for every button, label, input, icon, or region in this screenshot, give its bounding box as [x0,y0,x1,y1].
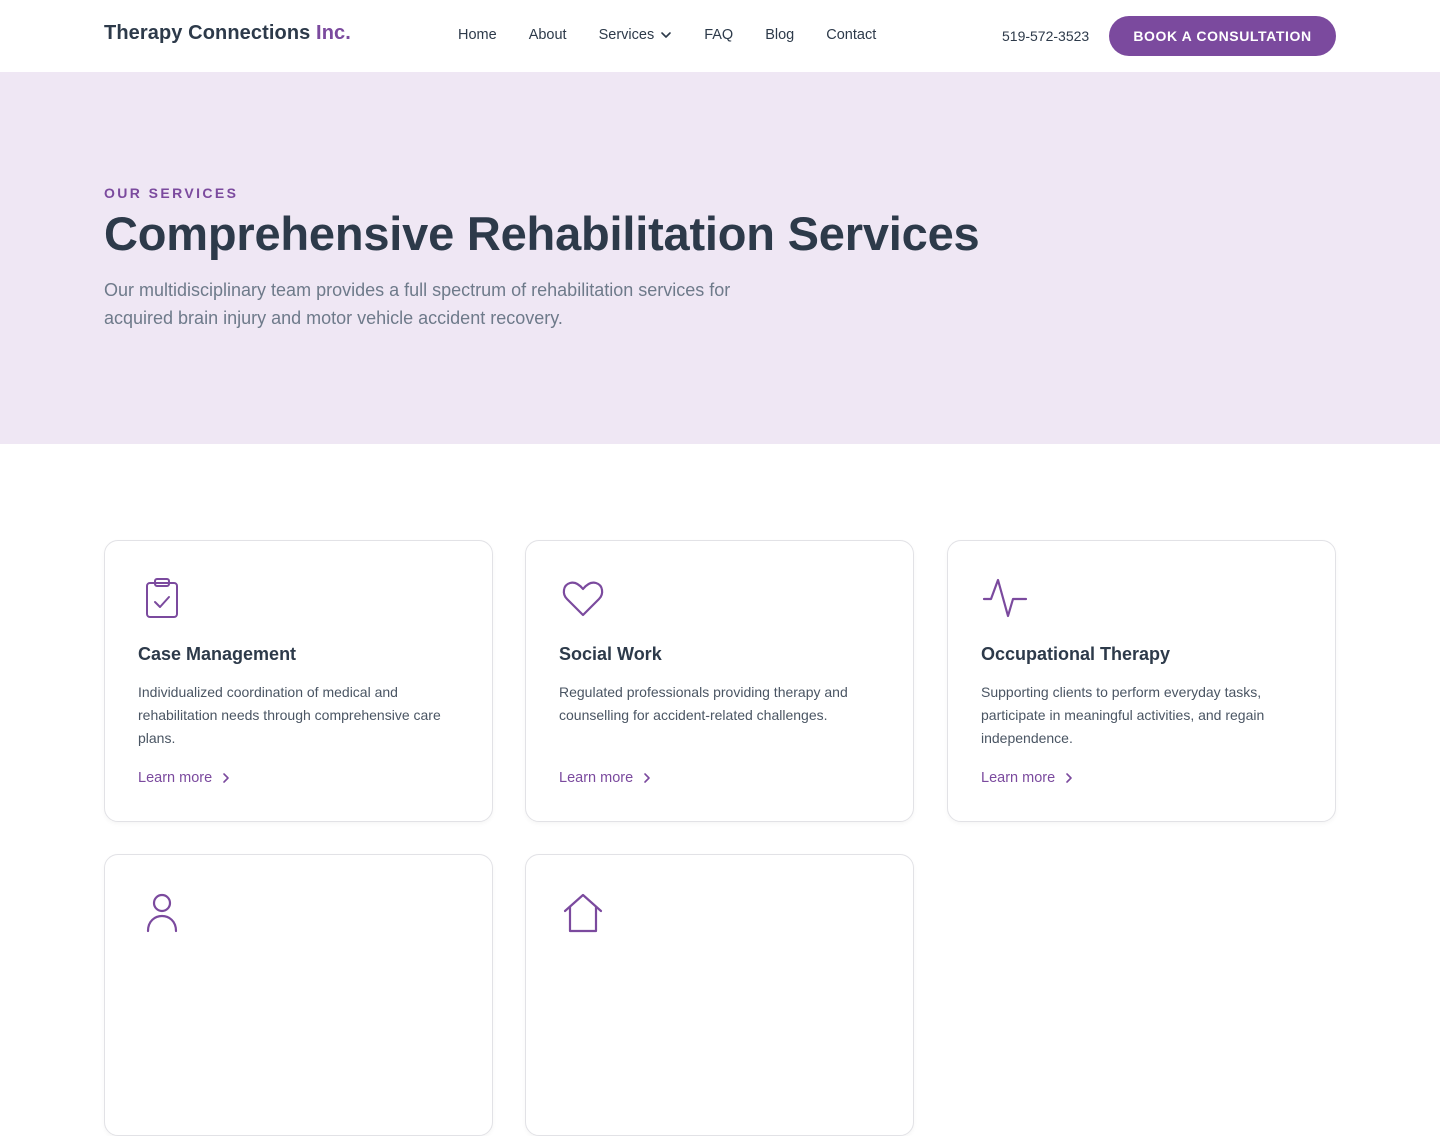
nav-label: Services [598,27,655,43]
learn-more-label: Learn more [138,770,213,786]
logo[interactable]: Therapy Connections Inc. [104,22,351,45]
hero-subtitle: Our multidisciplinary team provides a fu… [104,280,731,328]
logo-accent: Inc. [316,22,351,44]
service-card-social-work[interactable]: Social Work Regulated professionals prov… [525,540,914,822]
person-icon [138,889,186,937]
nav-item-contact[interactable]: Contact [826,27,876,43]
service-card-case-management[interactable]: Case Management Individualized coordinat… [104,540,493,822]
service-card-occupational-therapy[interactable]: Occupational Therapy Supporting clients … [947,540,1336,822]
main-nav: Home About Services FAQ Blog Contact [458,27,876,43]
heart-icon [559,575,607,623]
nav-label: About [528,27,567,43]
hero-eyebrow: OUR SERVICES [104,185,239,201]
learn-more-label: Learn more [981,770,1056,786]
service-description: Individualized coordination of medical a… [138,684,441,746]
book-consultation-button[interactable]: BOOK A CONSULTATION [1109,16,1336,56]
nav-item-blog[interactable]: Blog [765,27,794,43]
hero-section: OUR SERVICES Comprehensive Rehabilitatio… [0,72,1440,444]
nav-item-faq[interactable]: FAQ [704,27,733,43]
clipboard-check-icon [138,575,186,623]
learn-more-link[interactable]: Learn more [981,770,1075,786]
nav-label: FAQ [704,27,734,43]
chevron-right-icon [1066,773,1072,783]
service-title: Occupational Therapy [981,644,1171,664]
phone-link[interactable]: 519-572-3523 [1002,28,1089,44]
nav-item-home[interactable]: Home [458,27,497,43]
logo-text: Therapy Connections [104,22,311,44]
nav-item-services[interactable]: Services [599,27,673,43]
chevron-right-icon [223,773,229,783]
chevron-down-icon [661,32,672,38]
learn-more-link[interactable]: Learn more [138,770,232,786]
service-card-row2-1[interactable] [104,854,493,1136]
site-header: Therapy Connections Inc. Home About Serv… [0,0,1440,72]
service-title: Case Management [138,644,297,664]
nav-item-about[interactable]: About [529,27,567,43]
page-title: Comprehensive Rehabilitation Services [104,207,980,260]
service-card-row2-2[interactable] [525,854,914,1136]
nav-label: Contact [826,27,877,43]
service-description: Regulated professionals providing therap… [559,684,848,723]
nav-label: Blog [765,27,795,43]
service-title: Social Work [559,644,662,664]
home-icon [559,889,607,937]
activity-icon [981,575,1029,623]
learn-more-link[interactable]: Learn more [559,770,653,786]
chevron-right-icon [644,773,650,783]
learn-more-label: Learn more [559,770,634,786]
service-description: Supporting clients to perform everyday t… [981,684,1265,746]
nav-label: Home [458,27,497,43]
